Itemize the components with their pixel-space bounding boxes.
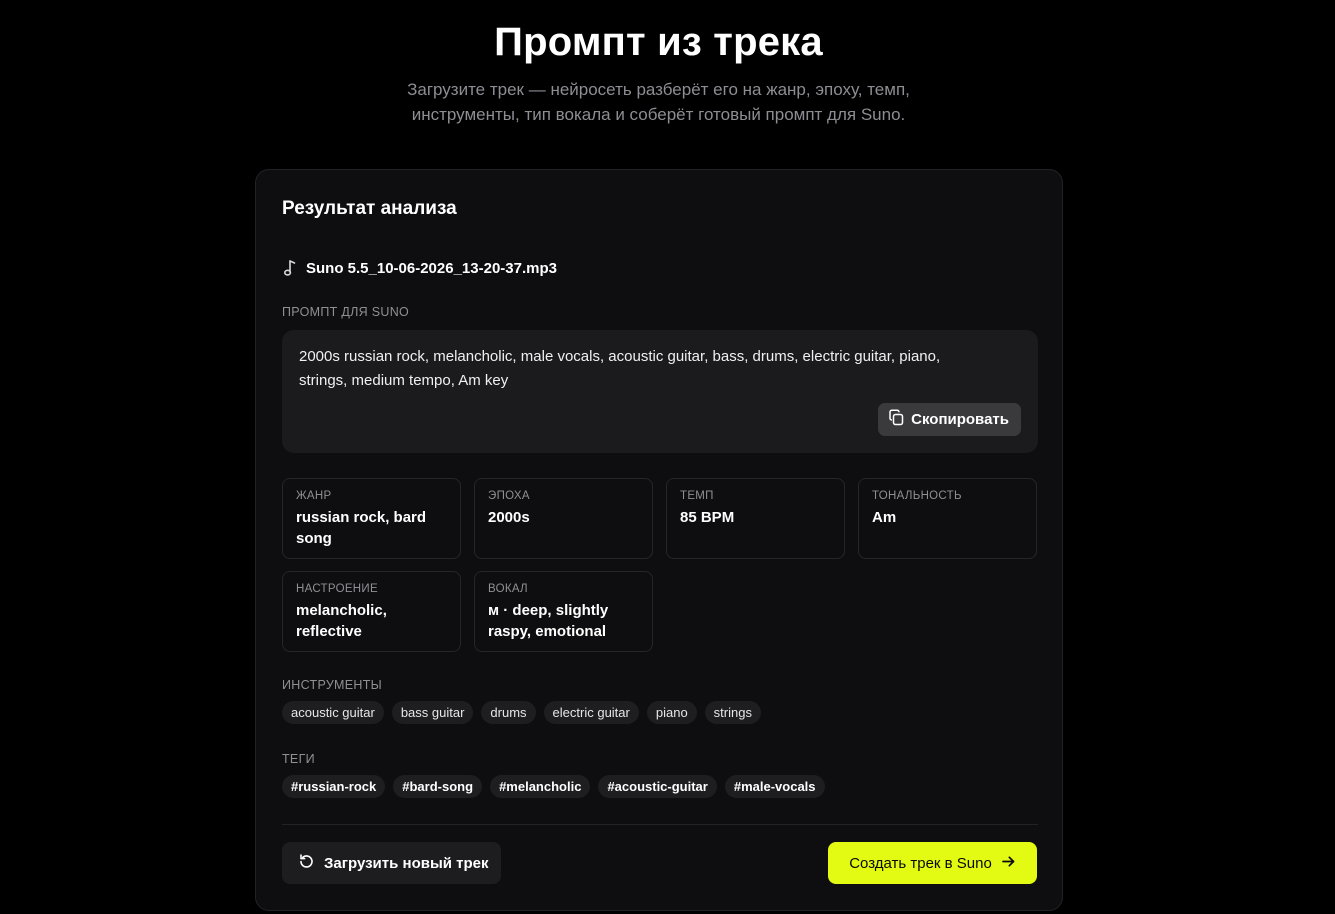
prompt-label: ПРОМПТ ДЛЯ SUNO [282,305,410,319]
page-title: Промпт из трека [494,20,823,64]
stat-mood: НАСТРОЕНИЕ melancholic, reflective [282,571,461,652]
subtitle-line-1: Загрузите трек — нейросеть разберёт его … [407,80,910,99]
upload-button-label: Загрузить новый трек [324,854,489,872]
copy-icon [888,409,905,430]
result-title: Результат анализа [282,198,457,219]
prompt-text: 2000s russian rock, melancholic, male vo… [299,345,999,393]
stat-key: ТОНАЛЬНОСТЬ Am [858,478,1037,559]
stat-value: russian rock, bard song [296,509,427,547]
stat-label: ТОНАЛЬНОСТЬ [872,490,962,502]
file-row: Suno 5.5_10-06-2026_13-20-37.mp3 [282,258,557,278]
instrument-chip: piano [646,701,697,724]
page-subtitle: Загрузите трек — нейросеть разберёт его … [0,77,1317,127]
upload-new-track-button[interactable]: Загрузить новый трек [282,842,501,884]
stat-genre: ЖАНР russian rock, bard song [282,478,461,559]
copy-button-label: Скопировать [911,411,1009,428]
tag-chip: #male-vocals [724,775,825,798]
stat-value: melancholic, reflective [296,602,387,640]
stat-tempo: ТЕМП 85 BPM [666,478,845,559]
analysis-result-card: Результат анализа Suno 5.5_10-06-2026_13… [255,169,1063,911]
stat-label: ВОКАЛ [488,583,528,595]
stat-value: 2000s [488,509,530,526]
instrument-chip: electric guitar [543,701,639,724]
instruments-list: acoustic guitar bass guitar drums electr… [282,701,761,724]
stat-era: ЭПОХА 2000s [474,478,653,559]
instruments-label: ИНСТРУМЕНТЫ [282,678,383,692]
instrument-chip: acoustic guitar [282,701,384,724]
prompt-box: 2000s russian rock, melancholic, male vo… [282,330,1038,453]
stat-value: Am [872,509,897,526]
stat-vocal: ВОКАЛ м · deep, slightly raspy, emotiona… [474,571,653,652]
music-note-icon [282,259,298,277]
stat-value: м · deep, slightly raspy, emotional [488,602,609,640]
tag-chip: #russian-rock [282,775,386,798]
tag-chip: #acoustic-guitar [598,775,717,798]
stat-label: ЖАНР [296,490,332,502]
instrument-chip: strings [704,701,761,724]
suno-button-label: Создать трек в Suno [849,854,992,872]
prompt-text-line-2: strings, medium tempo, Am key [299,372,509,389]
create-suno-track-button[interactable]: Создать трек в Suno [828,842,1037,884]
tag-chip: #melancholic [490,775,591,798]
tag-chip: #bard-song [393,775,483,798]
stat-label: ТЕМП [680,490,714,502]
stat-label: ЭПОХА [488,490,530,502]
divider [282,824,1038,825]
file-name: Suno 5.5_10-06-2026_13-20-37.mp3 [306,259,557,277]
arrow-right-icon [1001,854,1016,873]
prompt-text-line-1: 2000s russian rock, melancholic, male vo… [299,348,941,365]
copy-button[interactable]: Скопировать [878,403,1021,436]
stat-label: НАСТРОЕНИЕ [296,583,378,595]
subtitle-line-2: инструменты, тип вокала и соберёт готовы… [411,105,906,124]
tags-label: ТЕГИ [282,752,315,766]
instrument-chip: drums [481,701,536,724]
refresh-icon [298,853,315,874]
tags-list: #russian-rock #bard-song #melancholic #a… [282,775,825,798]
stat-value: 85 BPM [680,509,735,526]
instrument-chip: bass guitar [391,701,474,724]
